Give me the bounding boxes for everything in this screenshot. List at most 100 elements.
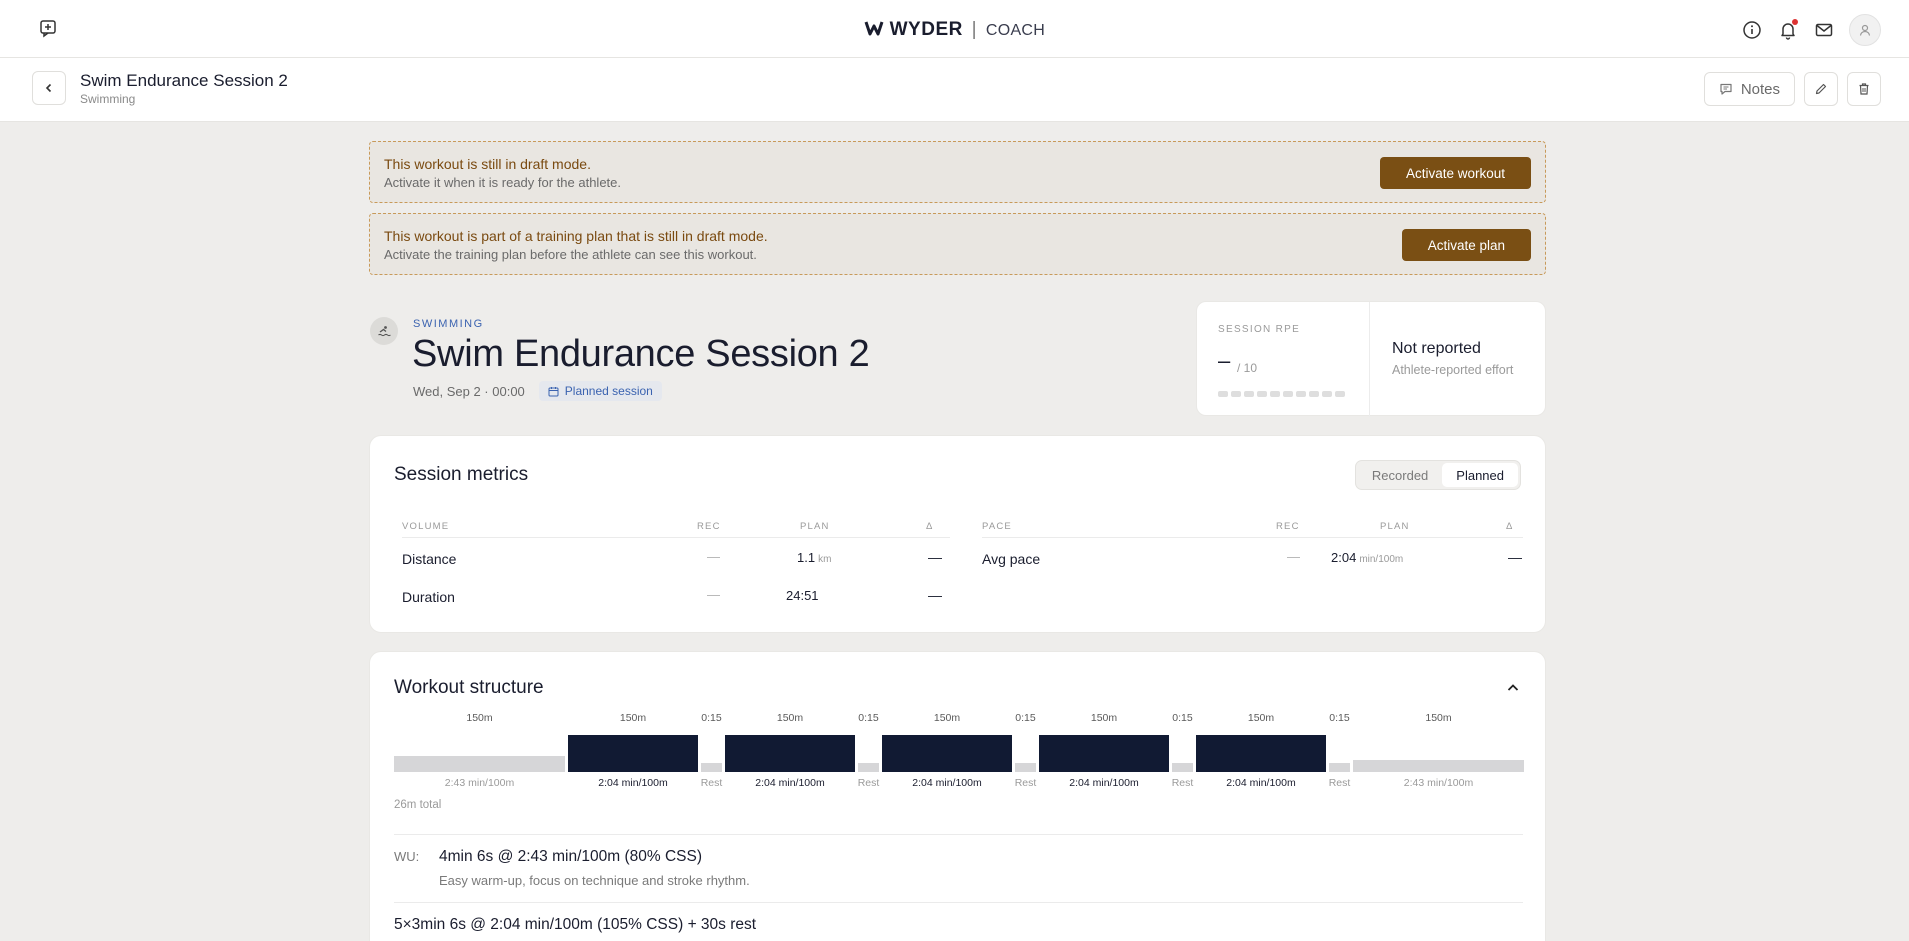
brand-separator: |	[971, 19, 978, 40]
swimmer-icon	[370, 317, 398, 345]
page-title: Swim Endurance Session 2	[80, 71, 288, 90]
metric-name: Distance	[402, 551, 457, 567]
notes-button[interactable]: Notes	[1703, 72, 1795, 106]
structure-segment-rest[interactable]	[858, 763, 879, 772]
chevron-up-icon[interactable]	[1505, 680, 1521, 696]
notification-dot	[1792, 19, 1798, 25]
segment-bottom-label: 2:43 min/100m	[1403, 777, 1474, 789]
table-row: Distance — 1.1 km —	[402, 538, 950, 576]
activate-workout-button[interactable]: Activate workout	[1379, 157, 1531, 189]
rpe-dot	[1335, 391, 1345, 397]
banner-subtitle: Activate it when it is ready for the ath…	[384, 175, 622, 190]
rpe-max: / 10	[1237, 361, 1258, 375]
metric-rec: —	[707, 549, 720, 564]
structure-segment-work[interactable]	[568, 735, 698, 772]
delete-button[interactable]	[1847, 72, 1881, 106]
rpe-status: Not reported	[1392, 340, 1481, 357]
step-label: WU:	[394, 849, 420, 864]
col-rec: REC	[1276, 521, 1300, 532]
structure-segment-rest[interactable]	[1172, 763, 1193, 772]
rpe-status-sub: Athlete-reported effort	[1392, 363, 1514, 377]
rpe-value: –	[1218, 348, 1231, 373]
metric-delta: —	[928, 549, 942, 565]
brand-name: WYDER	[889, 19, 963, 40]
col-rec: REC	[697, 521, 721, 532]
structure-total: 26m total	[394, 799, 442, 811]
pace-table: PACE REC PLAN Δ Avg pace — 2:04 min/100m …	[982, 512, 1523, 576]
session-datetime: Wed, Sep 2 · 00:00	[413, 383, 525, 399]
rpe-dot	[1283, 391, 1293, 397]
col-plan: PLAN	[1380, 521, 1410, 532]
metric-plan: 24:51	[786, 588, 819, 603]
metric-name: Duration	[402, 589, 455, 605]
session-title: Swim Endurance Session 2	[412, 333, 870, 375]
rpe-scale	[1218, 391, 1345, 397]
rpe-dot	[1231, 391, 1241, 397]
workout-structure-chart: 150m 2:43 min/100m 150m 2:04 min/100m 0:15 Re…	[394, 712, 1524, 812]
step-title: 5×3min 6s @ 2:04 min/100m (105% CSS) + 3…	[394, 916, 757, 933]
session-rpe-card: SESSION RPE – / 10 Not reported Athlete-…	[1196, 301, 1546, 417]
col-delta: Δ	[926, 521, 934, 532]
mail-icon[interactable]	[1813, 19, 1835, 41]
step-description: Easy warm-up, focus on technique and str…	[439, 873, 750, 888]
session-metrics-card: Session metrics Recorded Planned VOLUME …	[369, 435, 1546, 633]
structure-segment-work[interactable]	[1039, 735, 1169, 772]
rpe-dot	[1244, 391, 1254, 397]
metric-plan: 2:04 min/100m	[1331, 550, 1404, 565]
brand-product: COACH	[985, 22, 1046, 39]
volume-table: VOLUME REC PLAN Δ Distance — 1.1 km — Dur…	[402, 512, 950, 614]
table-row: Duration — 24:51 —	[402, 576, 950, 614]
rpe-dot	[1309, 391, 1319, 397]
metric-rec: —	[707, 587, 720, 602]
structure-segment-work[interactable]	[882, 735, 1012, 772]
structure-segment-warm[interactable]	[394, 756, 565, 772]
banner-subtitle: Activate the training plan before the at…	[384, 247, 757, 262]
col-volume: VOLUME	[402, 521, 450, 532]
structure-segment-rest[interactable]	[1015, 763, 1036, 772]
rpe-dot	[1218, 391, 1228, 397]
draft-workout-banner: This workout is still in draft mode. Act…	[369, 141, 1546, 203]
pencil-icon	[1815, 83, 1827, 95]
divider	[394, 834, 1523, 835]
col-plan: PLAN	[800, 521, 830, 532]
brand-logo[interactable]: WYDER | COACH	[0, 18, 1909, 41]
workout-structure-card: Workout structure 150m 2:43 min/100m 150m 2…	[369, 651, 1546, 941]
recorded-planned-toggle: Recorded Planned	[1354, 460, 1521, 490]
rpe-dot	[1257, 391, 1267, 397]
workout-structure-title: Workout structure	[394, 677, 544, 698]
structure-segment-work[interactable]	[725, 735, 855, 772]
toggle-planned[interactable]: Planned	[1442, 463, 1518, 487]
banner-title: This workout is part of a training plan …	[384, 228, 768, 244]
metric-rec: —	[1287, 549, 1300, 564]
planned-session-chip: Planned session	[538, 381, 662, 401]
message-icon	[1720, 83, 1732, 95]
rpe-dot	[1322, 391, 1332, 397]
info-icon[interactable]	[1741, 19, 1763, 41]
back-button[interactable]	[32, 71, 66, 105]
rpe-label: SESSION RPE	[1218, 324, 1301, 335]
banner-title: This workout is still in draft mode.	[384, 156, 591, 172]
toggle-recorded[interactable]: Recorded	[1358, 463, 1442, 487]
edit-button[interactable]	[1804, 72, 1838, 106]
structure-segment-rest[interactable]	[1329, 763, 1350, 772]
structure-segment-work[interactable]	[1196, 735, 1326, 772]
metric-delta: —	[928, 587, 942, 603]
segment-top-label: 150m	[1425, 712, 1452, 724]
metric-plan: 1.1 km	[797, 550, 832, 565]
volume-table-header: VOLUME REC PLAN Δ	[402, 512, 950, 538]
activate-plan-button[interactable]: Activate plan	[1401, 229, 1531, 261]
sport-label: SWIMMING	[413, 318, 484, 330]
session-metrics-title: Session metrics	[394, 464, 529, 485]
metric-delta: —	[1508, 549, 1522, 565]
planned-chip-label: Planned session	[564, 384, 653, 398]
user-avatar[interactable]	[1849, 14, 1881, 46]
pace-table-header: PACE REC PLAN Δ	[982, 512, 1523, 538]
metric-name: Avg pace	[982, 551, 1041, 567]
page-header: Swim Endurance Session 2 Swimming Notes	[0, 58, 1909, 122]
page-subtitle: Swimming	[80, 92, 136, 106]
bell-icon[interactable]	[1777, 19, 1799, 41]
user-icon	[1859, 24, 1871, 36]
structure-segment-cool[interactable]	[1353, 760, 1524, 772]
structure-segment-rest[interactable]	[701, 763, 722, 772]
col-delta: Δ	[1506, 521, 1514, 532]
